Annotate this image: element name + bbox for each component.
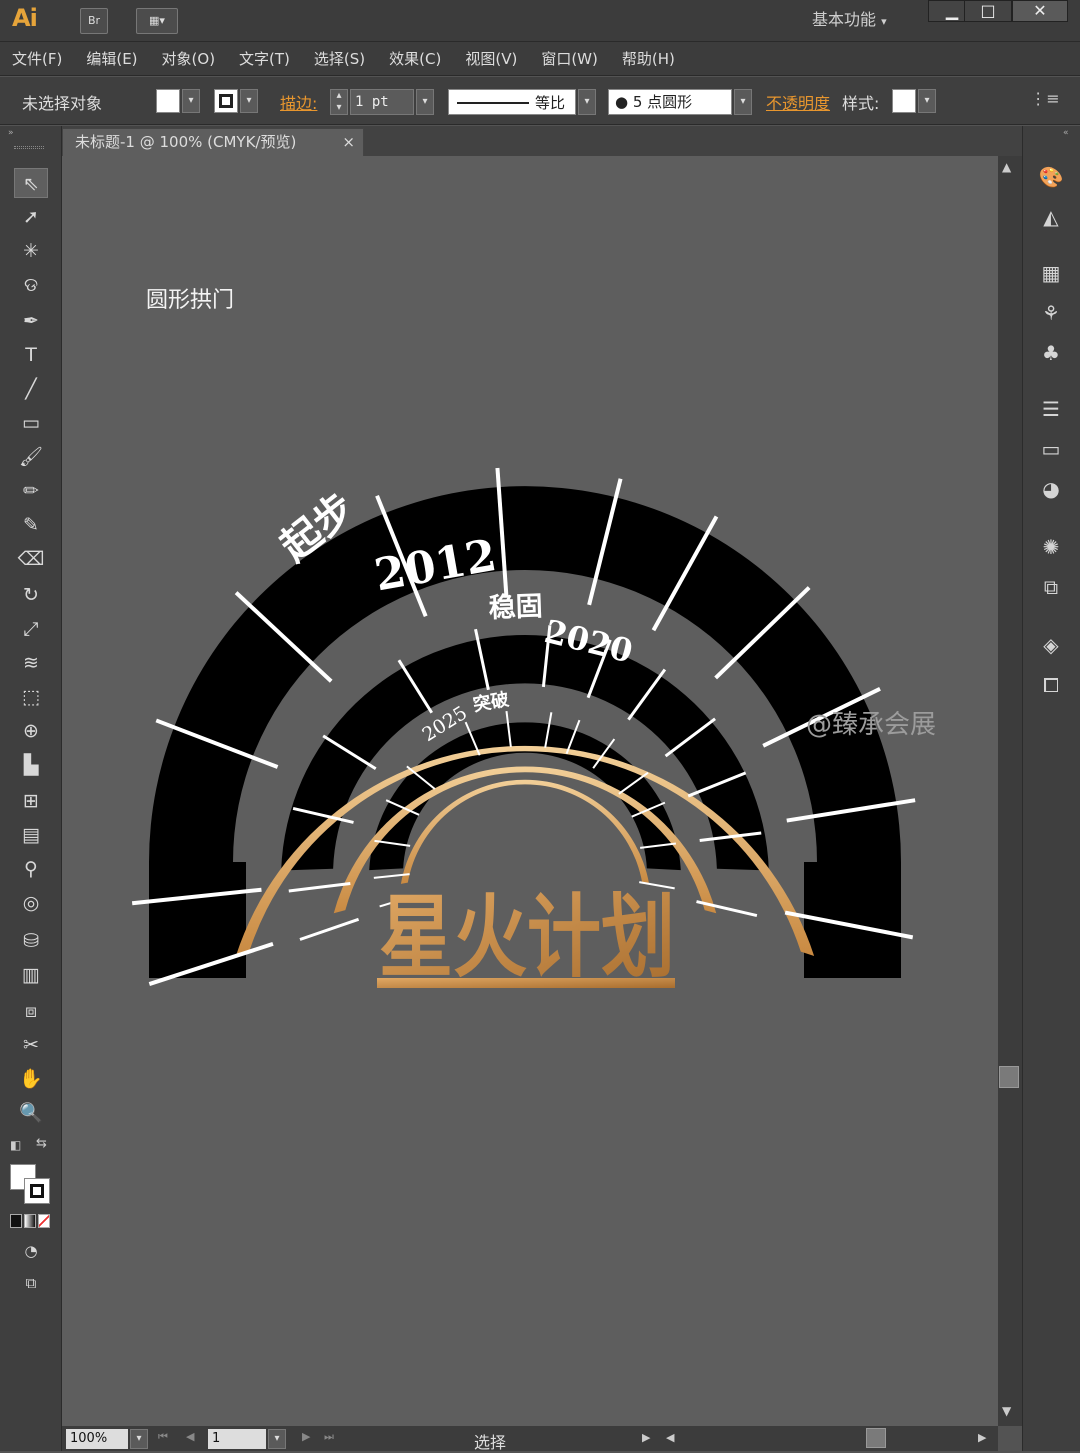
zoom-field[interactable]: 100%	[66, 1429, 128, 1449]
current-tool-status: 选择	[474, 1433, 507, 1452]
tick-mark	[299, 917, 360, 941]
color-panel-icon[interactable]: 🎨	[1034, 162, 1068, 192]
appearance-panel-icon[interactable]: ✺	[1034, 532, 1068, 562]
transparency-panel-icon[interactable]: ◕	[1034, 474, 1068, 504]
symbols-panel-icon[interactable]: ♣	[1034, 338, 1068, 368]
scroll-left-icon[interactable]: ◀	[666, 1431, 674, 1444]
tick-mark	[288, 881, 351, 893]
artboard-dropdown[interactable]: ▾	[268, 1429, 286, 1449]
first-artboard-icon[interactable]: ⏮	[158, 1430, 168, 1444]
inner-phase-label: 突破	[471, 688, 510, 716]
stroke-panel-icon[interactable]: ☰	[1034, 394, 1068, 424]
brushes-panel-icon[interactable]: ⚘	[1034, 298, 1068, 328]
swatches-panel-icon[interactable]: ▦	[1034, 258, 1068, 288]
horizontal-scroll-thumb[interactable]	[866, 1428, 886, 1448]
middle-phase-label: 稳固	[488, 590, 543, 624]
layers-panel-icon[interactable]: ◈	[1034, 630, 1068, 660]
zoom-dropdown[interactable]: ▾	[130, 1429, 148, 1449]
color-guide-icon[interactable]: ◭	[1034, 202, 1068, 232]
scroll-up-icon[interactable]: ▲	[1002, 160, 1011, 174]
previous-artboard-icon[interactable]: ◀	[186, 1430, 194, 1443]
scroll-down-icon[interactable]: ▼	[1002, 1404, 1011, 1418]
scroll-thumb[interactable]	[999, 1066, 1019, 1088]
collapse-panels-icon[interactable]: «	[1063, 128, 1069, 138]
inner-gold-arc[interactable]	[400, 779, 650, 884]
next-artboard-icon[interactable]: ▶	[302, 1430, 310, 1443]
last-artboard-icon[interactable]: ⏭	[324, 1430, 334, 1444]
graphic-styles-icon[interactable]: ⧉	[1034, 572, 1068, 602]
artwork-title: 星火计划	[379, 884, 675, 990]
gradient-panel-icon[interactable]: ▭	[1034, 434, 1068, 464]
watermark: @臻承会展	[806, 710, 937, 740]
scroll-right-icon[interactable]: ▶	[978, 1431, 986, 1444]
status-bar: 100% ▾ ⏮ ◀ 1 ▾ ▶ ⏭ 选择 ▶ ◀ ▶	[62, 1426, 998, 1452]
vertical-scrollbar[interactable]: ▲ ▼	[998, 156, 1022, 1426]
status-menu-icon[interactable]: ▶	[642, 1431, 650, 1444]
artboard-number-field[interactable]: 1	[208, 1429, 266, 1449]
title-underline	[377, 978, 675, 988]
middle-arch-band[interactable]	[281, 635, 769, 871]
artboards-panel-icon[interactable]: ⧠	[1034, 670, 1068, 700]
